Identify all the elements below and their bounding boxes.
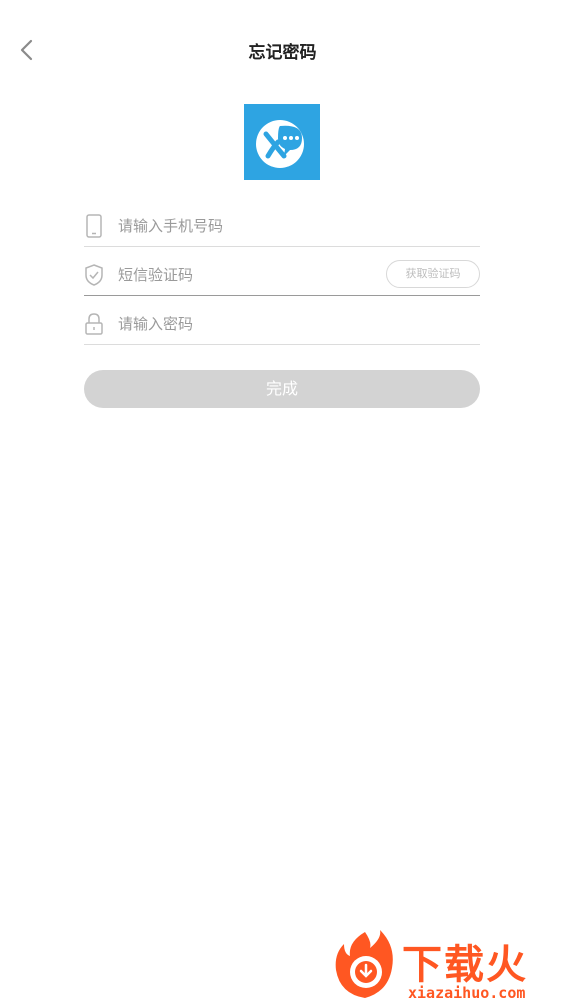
phone-input[interactable] <box>116 210 380 242</box>
password-input[interactable] <box>116 308 380 340</box>
page-title: 忘记密码 <box>248 43 317 63</box>
password-row <box>84 298 480 345</box>
lock-icon <box>85 313 103 335</box>
submit-button[interactable]: 完成 <box>84 370 480 408</box>
sms-row: 获取验证码 <box>84 249 480 296</box>
watermark-url: xiazaihuo.com <box>408 984 526 1002</box>
flame-download-icon <box>335 930 393 998</box>
phone-row <box>84 200 480 247</box>
get-code-button[interactable]: 获取验证码 <box>386 260 480 288</box>
app-logo <box>244 104 320 180</box>
reset-password-form: 获取验证码 <box>84 200 480 347</box>
watermark-text: 下载火 <box>402 942 528 988</box>
watermark: 下载火 xiazaihuo.com <box>330 928 560 1002</box>
app-logo-icon <box>256 120 304 168</box>
header: 忘记密码 <box>0 0 565 100</box>
shield-check-icon <box>85 264 103 286</box>
phone-icon <box>86 214 102 238</box>
sms-code-input[interactable] <box>116 259 380 291</box>
